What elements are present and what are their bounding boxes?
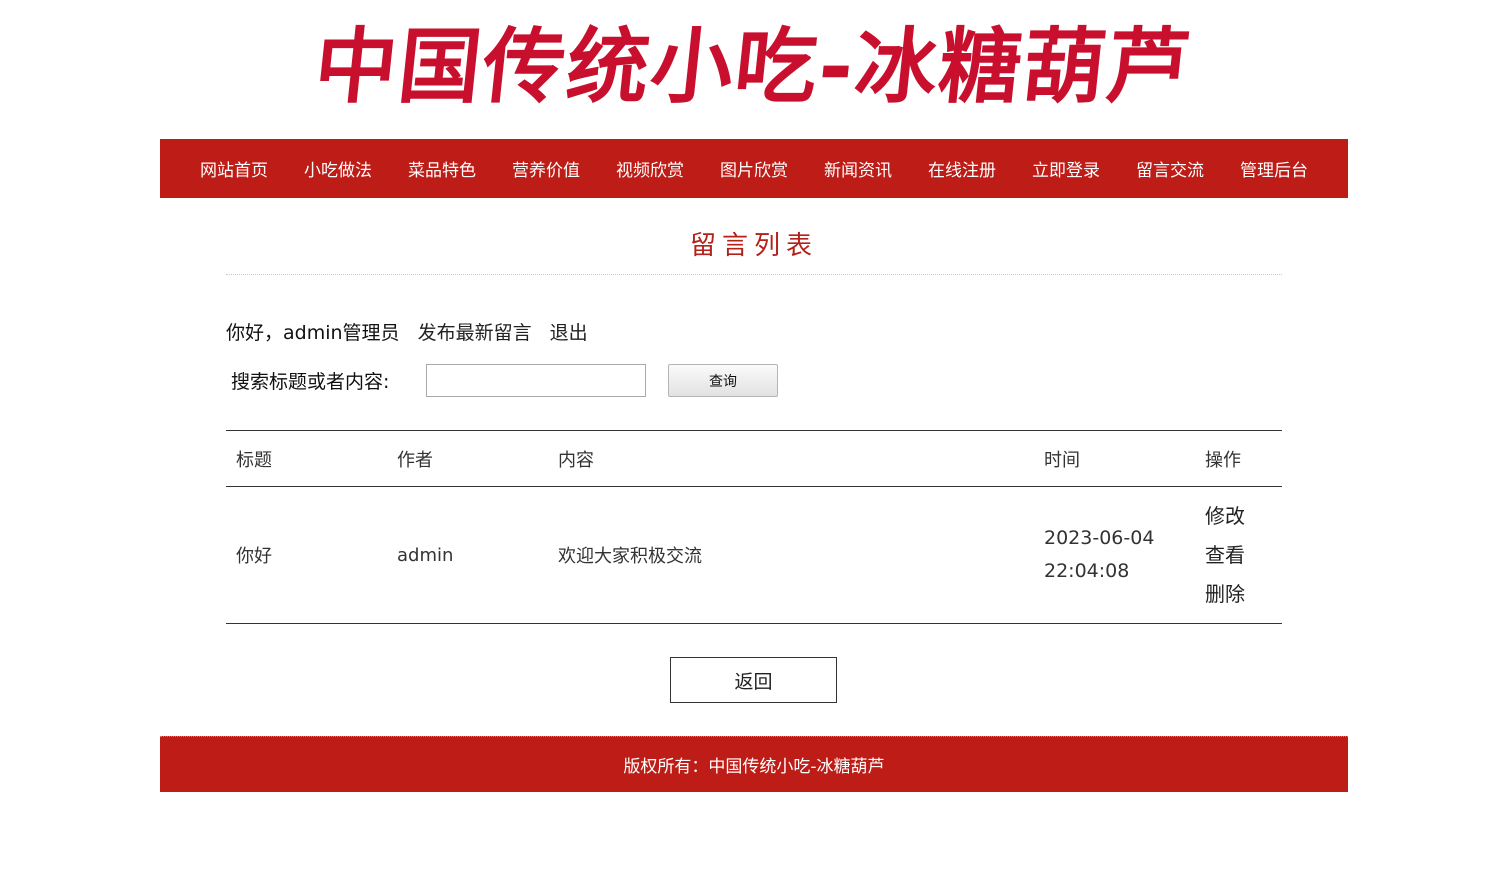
logout-link[interactable]: 退出 <box>550 322 588 344</box>
nav-item-recipes[interactable]: 小吃做法 <box>304 156 372 181</box>
nav-item-login[interactable]: 立即登录 <box>1032 156 1100 181</box>
cell-title: 你好 <box>226 486 387 624</box>
post-message-link[interactable]: 发布最新留言 <box>418 322 532 344</box>
edit-link[interactable]: 修改 <box>1205 503 1282 529</box>
nav-item-features[interactable]: 菜品特色 <box>408 156 476 181</box>
header-time: 时间 <box>1034 430 1195 487</box>
cell-content: 欢迎大家积极交流 <box>548 486 1034 624</box>
nav-item-register[interactable]: 在线注册 <box>928 156 996 181</box>
cell-actions: 修改 查看 删除 <box>1195 486 1282 624</box>
search-input[interactable] <box>426 364 646 397</box>
cell-author: admin <box>387 486 548 624</box>
banner-title: 中国传统小吃-冰糖葫芦 <box>310 19 1197 115</box>
nav-item-nutrition[interactable]: 营养价值 <box>512 156 580 181</box>
message-table: 标题 作者 内容 时间 操作 你好 admin 欢迎大家积极交流 2023-06… <box>226 430 1282 624</box>
table-row: 你好 admin 欢迎大家积极交流 2023-06-04 22:04:08 修改… <box>226 486 1282 624</box>
cell-time: 2023-06-04 22:04:08 <box>1034 486 1195 624</box>
nav-item-videos[interactable]: 视频欣赏 <box>616 156 684 181</box>
cell-date: 2023-06-04 <box>1044 527 1155 549</box>
search-button[interactable]: 查询 <box>668 364 778 397</box>
header-actions: 操作 <box>1195 430 1282 487</box>
page-title: 留言列表 <box>226 226 1282 275</box>
nav-item-home[interactable]: 网站首页 <box>200 156 268 181</box>
greeting-text: 你好，admin管理员 <box>226 322 400 344</box>
nav-item-news[interactable]: 新闻资讯 <box>824 156 892 181</box>
delete-link[interactable]: 删除 <box>1205 581 1282 607</box>
user-greeting-bar: 你好，admin管理员 发布最新留言 退出 <box>226 318 600 345</box>
copyright-text: 版权所有：中国传统小吃-冰糖葫芦 <box>623 757 885 777</box>
table-header-row: 标题 作者 内容 时间 操作 <box>226 430 1282 487</box>
header-author: 作者 <box>387 430 548 487</box>
site-footer: 版权所有：中国传统小吃-冰糖葫芦 <box>160 736 1348 792</box>
site-banner: 中国传统小吃-冰糖葫芦 <box>0 0 1507 139</box>
nav-item-admin[interactable]: 管理后台 <box>1240 156 1308 181</box>
view-link[interactable]: 查看 <box>1205 542 1282 568</box>
nav-item-messages[interactable]: 留言交流 <box>1136 156 1204 181</box>
cell-clock: 22:04:08 <box>1044 560 1130 582</box>
header-content: 内容 <box>548 430 1034 487</box>
back-button[interactable]: 返回 <box>670 657 837 703</box>
search-label: 搜索标题或者内容: <box>231 371 390 393</box>
header-title: 标题 <box>226 430 387 487</box>
main-nav: 网站首页 小吃做法 菜品特色 营养价值 视频欣赏 图片欣赏 新闻资讯 在线注册 … <box>160 139 1348 198</box>
nav-item-pictures[interactable]: 图片欣赏 <box>720 156 788 181</box>
